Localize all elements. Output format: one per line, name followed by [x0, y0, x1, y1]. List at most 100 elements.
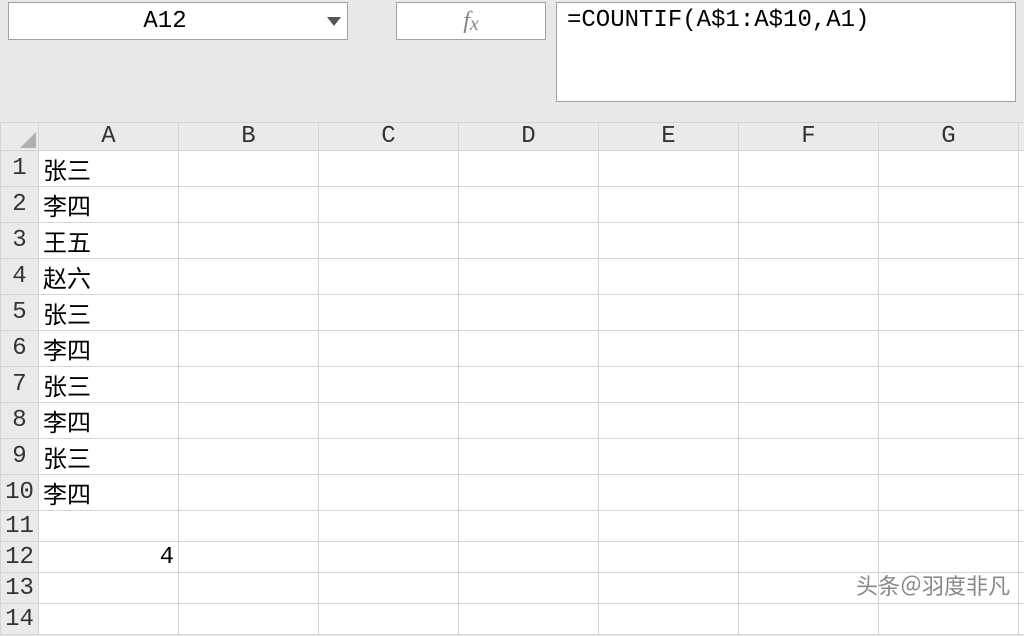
- cell-D9[interactable]: [459, 439, 599, 475]
- column-header-A[interactable]: A: [39, 123, 179, 151]
- cell-G12[interactable]: [879, 542, 1019, 573]
- cell-E6[interactable]: [599, 331, 739, 367]
- cell-E13[interactable]: [599, 573, 739, 604]
- row-header-14[interactable]: 14: [1, 604, 39, 635]
- row-header-10[interactable]: 10: [1, 475, 39, 511]
- cell-B6[interactable]: [179, 331, 319, 367]
- cell-B1[interactable]: [179, 151, 319, 187]
- cell-C4[interactable]: [319, 259, 459, 295]
- row-header-5[interactable]: 5: [1, 295, 39, 331]
- cell-F14[interactable]: [739, 604, 879, 635]
- cell-B10[interactable]: [179, 475, 319, 511]
- cell-E12[interactable]: [599, 542, 739, 573]
- row-header-3[interactable]: 3: [1, 223, 39, 259]
- cell-G4[interactable]: [879, 259, 1019, 295]
- cell-F7[interactable]: [739, 367, 879, 403]
- name-box-dropdown[interactable]: [321, 3, 347, 39]
- cell-A1[interactable]: 张三: [39, 151, 179, 187]
- cell-F5[interactable]: [739, 295, 879, 331]
- cell-E11[interactable]: [599, 511, 739, 542]
- cell-E5[interactable]: [599, 295, 739, 331]
- row-header-4[interactable]: 4: [1, 259, 39, 295]
- cell-B2[interactable]: [179, 187, 319, 223]
- cell-C13[interactable]: [319, 573, 459, 604]
- row-header-13[interactable]: 13: [1, 573, 39, 604]
- cell-F4[interactable]: [739, 259, 879, 295]
- cell-A12[interactable]: 4: [39, 542, 179, 573]
- cell-E1[interactable]: [599, 151, 739, 187]
- column-header-D[interactable]: D: [459, 123, 599, 151]
- cell-B7[interactable]: [179, 367, 319, 403]
- cell-E7[interactable]: [599, 367, 739, 403]
- cell-E2[interactable]: [599, 187, 739, 223]
- column-header-G[interactable]: G: [879, 123, 1019, 151]
- cell-C10[interactable]: [319, 475, 459, 511]
- cell-D2[interactable]: [459, 187, 599, 223]
- cell-C6[interactable]: [319, 331, 459, 367]
- cell-C9[interactable]: [319, 439, 459, 475]
- column-header-C[interactable]: C: [319, 123, 459, 151]
- cell-B4[interactable]: [179, 259, 319, 295]
- cell-D12[interactable]: [459, 542, 599, 573]
- cell-C14[interactable]: [319, 604, 459, 635]
- cell-F12[interactable]: [739, 542, 879, 573]
- cell-A4[interactable]: 赵六: [39, 259, 179, 295]
- cell-G9[interactable]: [879, 439, 1019, 475]
- cell-D1[interactable]: [459, 151, 599, 187]
- cell-A3[interactable]: 王五: [39, 223, 179, 259]
- cell-G7[interactable]: [879, 367, 1019, 403]
- cell-F11[interactable]: [739, 511, 879, 542]
- cell-A9[interactable]: 张三: [39, 439, 179, 475]
- cell-C5[interactable]: [319, 295, 459, 331]
- cell-G14[interactable]: [879, 604, 1019, 635]
- cell-A7[interactable]: 张三: [39, 367, 179, 403]
- cell-B11[interactable]: [179, 511, 319, 542]
- cell-F10[interactable]: [739, 475, 879, 511]
- cell-D14[interactable]: [459, 604, 599, 635]
- row-header-1[interactable]: 1: [1, 151, 39, 187]
- cell-A6[interactable]: 李四: [39, 331, 179, 367]
- formula-bar[interactable]: =COUNTIF(A$1:A$10,A1): [556, 2, 1016, 102]
- cell-A8[interactable]: 李四: [39, 403, 179, 439]
- cell-D4[interactable]: [459, 259, 599, 295]
- cell-G2[interactable]: [879, 187, 1019, 223]
- cell-G3[interactable]: [879, 223, 1019, 259]
- cell-G11[interactable]: [879, 511, 1019, 542]
- cell-D3[interactable]: [459, 223, 599, 259]
- row-header-2[interactable]: 2: [1, 187, 39, 223]
- cell-D10[interactable]: [459, 475, 599, 511]
- cell-F13[interactable]: [739, 573, 879, 604]
- column-header-E[interactable]: E: [599, 123, 739, 151]
- cell-A5[interactable]: 张三: [39, 295, 179, 331]
- cell-D5[interactable]: [459, 295, 599, 331]
- cell-F2[interactable]: [739, 187, 879, 223]
- cell-A10[interactable]: 李四: [39, 475, 179, 511]
- cell-A11[interactable]: [39, 511, 179, 542]
- cell-G8[interactable]: [879, 403, 1019, 439]
- cell-E4[interactable]: [599, 259, 739, 295]
- cell-A2[interactable]: 李四: [39, 187, 179, 223]
- cell-C2[interactable]: [319, 187, 459, 223]
- cell-F6[interactable]: [739, 331, 879, 367]
- cell-D6[interactable]: [459, 331, 599, 367]
- row-header-11[interactable]: 11: [1, 511, 39, 542]
- cell-F9[interactable]: [739, 439, 879, 475]
- cell-E8[interactable]: [599, 403, 739, 439]
- cell-B9[interactable]: [179, 439, 319, 475]
- row-header-8[interactable]: 8: [1, 403, 39, 439]
- cell-C11[interactable]: [319, 511, 459, 542]
- cell-C7[interactable]: [319, 367, 459, 403]
- cell-E3[interactable]: [599, 223, 739, 259]
- row-header-7[interactable]: 7: [1, 367, 39, 403]
- cell-B5[interactable]: [179, 295, 319, 331]
- cell-G1[interactable]: [879, 151, 1019, 187]
- cell-B14[interactable]: [179, 604, 319, 635]
- cell-G6[interactable]: [879, 331, 1019, 367]
- row-header-12[interactable]: 12: [1, 542, 39, 573]
- cell-C8[interactable]: [319, 403, 459, 439]
- cell-A13[interactable]: [39, 573, 179, 604]
- fx-button[interactable]: fx: [396, 2, 546, 40]
- column-header-B[interactable]: B: [179, 123, 319, 151]
- cell-B8[interactable]: [179, 403, 319, 439]
- cell-A14[interactable]: [39, 604, 179, 635]
